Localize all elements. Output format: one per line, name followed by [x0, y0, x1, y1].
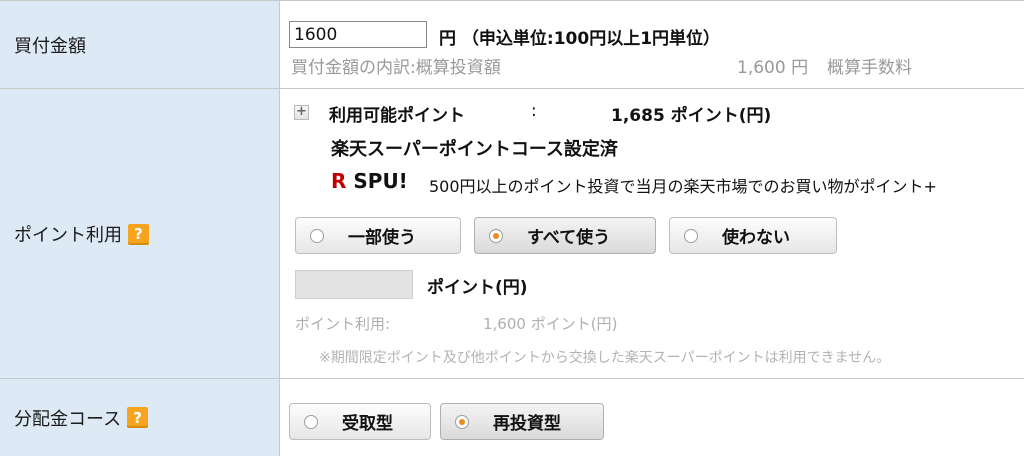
amount-value-cell: 円 （申込単位:100円以上1円単位） 買付金額の内訳:概算投資額 1,600 … [281, 1, 1024, 89]
available-points-colon: : [531, 101, 537, 121]
course-status-text: 楽天スーパーポイントコース設定済 [331, 139, 618, 160]
point-label-cell: ポイント利用 ? [0, 89, 280, 379]
spu-description: 500円以上のポイント投資で当月の楽天市場でのお買い物がポイント+ [429, 177, 937, 196]
radio-label: すべて使う [527, 228, 611, 248]
radio-circle-icon [304, 414, 318, 429]
spu-logo-text: SPU! [353, 169, 408, 193]
radio-label: 受取型 [342, 414, 393, 434]
radio-use-all[interactable]: すべて使う [474, 217, 656, 254]
order-form-table: 買付金額 円 （申込単位:100円以上1円単位） 買付金額の内訳:概算投資額 1… [0, 0, 1024, 456]
radio-not-use[interactable]: 使わない [669, 217, 837, 254]
amount-unit-text: 円 （申込単位:100円以上1円単位） [439, 29, 721, 49]
radio-reinvest-type[interactable]: 再投資型 [440, 403, 604, 440]
radio-label: 一部使う [348, 228, 416, 248]
course-label: 分配金コース [14, 408, 122, 430]
fee-label: 概算手数料 [827, 58, 912, 78]
radio-receive-type[interactable]: 受取型 [289, 403, 431, 440]
breakdown-value: 1,600 円 [737, 58, 809, 78]
help-icon[interactable]: ? [128, 223, 149, 245]
course-value-cell: 受取型 再投資型 [281, 379, 1024, 456]
point-amount-input[interactable] [295, 270, 413, 299]
spu-logo: R SPU! [331, 169, 408, 193]
radio-partial-use[interactable]: 一部使う [295, 217, 461, 254]
amount-label: 買付金額 [14, 36, 86, 57]
point-usage-label: ポイント利用: [295, 315, 391, 333]
amount-label-cell: 買付金額 [0, 1, 280, 89]
available-points-label: 利用可能ポイント [329, 106, 465, 126]
course-row: 分配金コース ? 受取型 再投資型 [0, 378, 1024, 456]
amount-input[interactable] [289, 21, 427, 48]
expand-plus-icon[interactable]: + [294, 105, 309, 120]
point-row: ポイント利用 ? + 利用可能ポイント : 1,685 ポイント(円) 楽天スー… [0, 88, 1024, 379]
help-icon[interactable]: ? [127, 407, 149, 428]
point-usage-value: 1,600 ポイント(円) [483, 315, 618, 333]
point-label: ポイント利用 [14, 225, 122, 246]
spu-logo-r: R [331, 169, 347, 193]
amount-row: 買付金額 円 （申込単位:100円以上1円単位） 買付金額の内訳:概算投資額 1… [0, 0, 1024, 89]
point-value-cell: + 利用可能ポイント : 1,685 ポイント(円) 楽天スーパーポイントコース… [281, 89, 1024, 379]
point-unit-label: ポイント(円) [427, 278, 528, 298]
point-note: ※期間限定ポイント及び他ポイントから交換した楽天スーパーポイントは利用できません… [319, 350, 891, 366]
available-points-value: 1,685 ポイント(円) [611, 106, 772, 126]
radio-label: 再投資型 [493, 414, 561, 434]
radio-circle-icon [310, 228, 324, 243]
radio-selected-icon [455, 414, 469, 429]
radio-label: 使わない [722, 228, 790, 248]
radio-circle-icon [684, 228, 698, 243]
course-label-cell: 分配金コース ? [0, 379, 280, 456]
radio-selected-icon [489, 228, 503, 243]
breakdown-label: 買付金額の内訳:概算投資額 [291, 58, 501, 78]
